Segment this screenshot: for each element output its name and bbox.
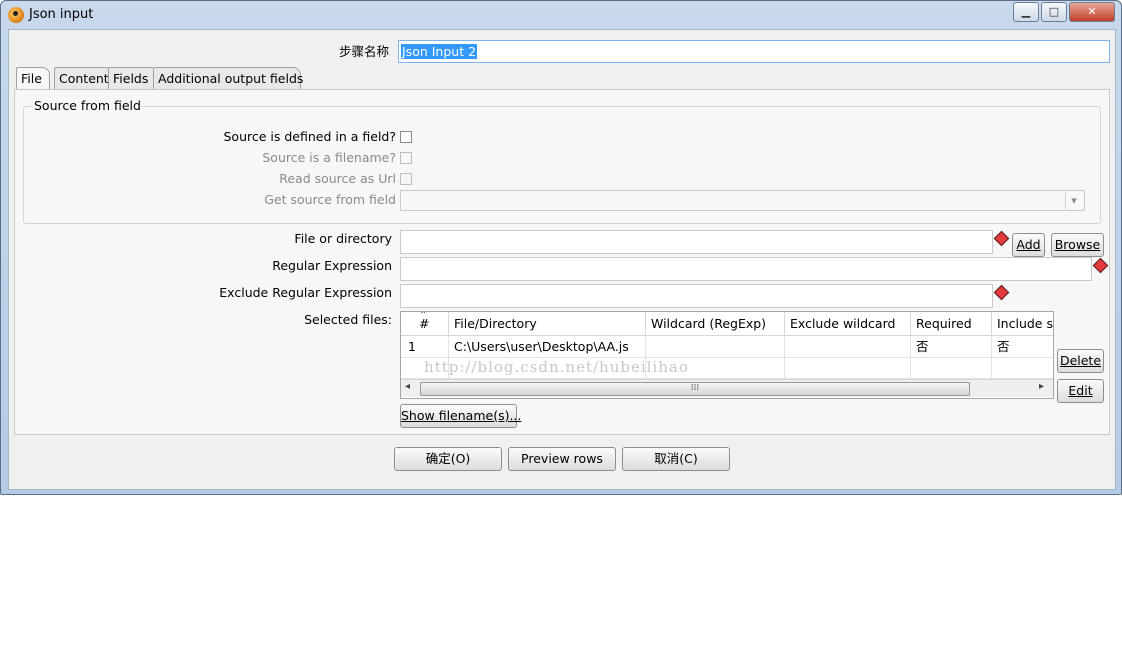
- column-header-exclude-wildcard[interactable]: Exclude wildcard: [785, 312, 911, 336]
- file-or-directory-label: File or directory: [294, 231, 392, 246]
- tab-fields[interactable]: Fields: [108, 67, 158, 90]
- column-header-include-subfolders[interactable]: Include s: [992, 312, 1053, 336]
- regular-expression-input[interactable]: [400, 257, 1092, 281]
- source-from-field-group: Source from field Source is defined in a…: [23, 98, 1101, 224]
- scroll-left-icon[interactable]: ◂: [405, 381, 410, 392]
- maximize-button[interactable]: □: [1041, 2, 1067, 22]
- cancel-button[interactable]: 取消(C): [622, 447, 730, 471]
- add-button[interactable]: Add: [1012, 233, 1045, 257]
- scroll-right-icon[interactable]: ▸: [1039, 381, 1044, 392]
- delete-button-label: Delete: [1059, 353, 1102, 368]
- horizontal-scrollbar[interactable]: ◂ ⁞⁞⁞ ▸: [401, 379, 1053, 397]
- get-source-from-field-label: Get source from field: [264, 192, 396, 207]
- source-defined-in-field-checkbox[interactable]: [400, 131, 412, 143]
- chevron-down-icon[interactable]: ▾: [1065, 192, 1082, 209]
- kettle-app-icon: [8, 7, 24, 23]
- column-header-wildcard[interactable]: Wildcard (RegExp): [646, 312, 785, 336]
- close-button[interactable]: ✕: [1069, 2, 1115, 22]
- delete-button[interactable]: Delete: [1057, 349, 1104, 373]
- browse-button[interactable]: Browse: [1051, 233, 1104, 257]
- add-button-label: Add: [1016, 237, 1041, 252]
- column-header-file-directory[interactable]: File/Directory: [449, 312, 646, 336]
- source-from-field-title: Source from field: [32, 98, 143, 113]
- tab-additional-output-fields[interactable]: Additional output fields: [153, 67, 303, 90]
- required-cell[interactable]: 否: [911, 336, 992, 358]
- edit-button[interactable]: Edit: [1057, 379, 1104, 403]
- watermark-text: http://blog.csdn.net/hubeilihao: [424, 358, 689, 376]
- file-or-directory-input[interactable]: [400, 230, 993, 254]
- dialog-content: 步骤名称 Json Input 2 File Content Fields Ad…: [8, 29, 1116, 490]
- ok-button[interactable]: 确定(O): [394, 447, 502, 471]
- regular-expression-label: Regular Expression: [272, 258, 392, 273]
- minimize-button[interactable]: ▁: [1013, 2, 1039, 22]
- step-name-value: Json Input 2: [401, 44, 478, 59]
- exclude-wildcard-cell[interactable]: [785, 336, 911, 358]
- read-source-as-url-checkbox[interactable]: [400, 173, 412, 185]
- sort-indicator-icon: ⌃: [419, 311, 428, 321]
- browse-button-label: Browse: [1054, 237, 1101, 252]
- step-name-label: 步骤名称: [338, 44, 389, 59]
- tab-content[interactable]: Content: [54, 67, 113, 90]
- edit-button-label: Edit: [1068, 383, 1093, 398]
- selected-files-table[interactable]: # ⌃ File/Directory Wildcard (RegExp) Exc…: [400, 311, 1054, 399]
- step-name-input[interactable]: Json Input 2: [398, 40, 1110, 63]
- exclude-regular-expression-label: Exclude Regular Expression: [219, 285, 392, 300]
- column-header-required[interactable]: Required: [911, 312, 992, 336]
- get-source-from-field-dropdown[interactable]: ▾: [400, 190, 1085, 211]
- source-defined-in-field-label: Source is defined in a field?: [223, 129, 397, 144]
- selected-files-label: Selected files:: [304, 312, 392, 327]
- include-subfolders-cell[interactable]: 否: [992, 336, 1053, 358]
- scrollbar-thumb[interactable]: ⁞⁞⁞: [420, 382, 970, 396]
- show-filenames-button-label: Show filename(s)...: [401, 408, 522, 423]
- window-title: Json input: [29, 7, 94, 22]
- wildcard-cell[interactable]: [646, 336, 785, 358]
- show-filenames-button[interactable]: Show filename(s)...: [400, 404, 521, 428]
- read-source-as-url-label: Read source as Url: [279, 171, 396, 186]
- empty-cell[interactable]: [785, 358, 911, 379]
- tab-file[interactable]: File: [16, 67, 50, 91]
- title-bar: Json input ▁ □ ✕: [1, 1, 1121, 29]
- json-input-dialog: Json input ▁ □ ✕ 步骤名称 Json Input 2 File …: [0, 0, 1122, 495]
- empty-cell[interactable]: [992, 358, 1053, 379]
- row-number-cell: 1: [401, 336, 449, 358]
- exclude-regular-expression-input[interactable]: [400, 284, 993, 308]
- preview-rows-button[interactable]: Preview rows: [508, 447, 616, 471]
- source-is-filename-label: Source is a filename?: [262, 150, 396, 165]
- empty-cell[interactable]: [911, 358, 992, 379]
- file-directory-cell[interactable]: C:\Users\user\Desktop\AA.js: [449, 336, 646, 358]
- source-is-filename-checkbox[interactable]: [400, 152, 412, 164]
